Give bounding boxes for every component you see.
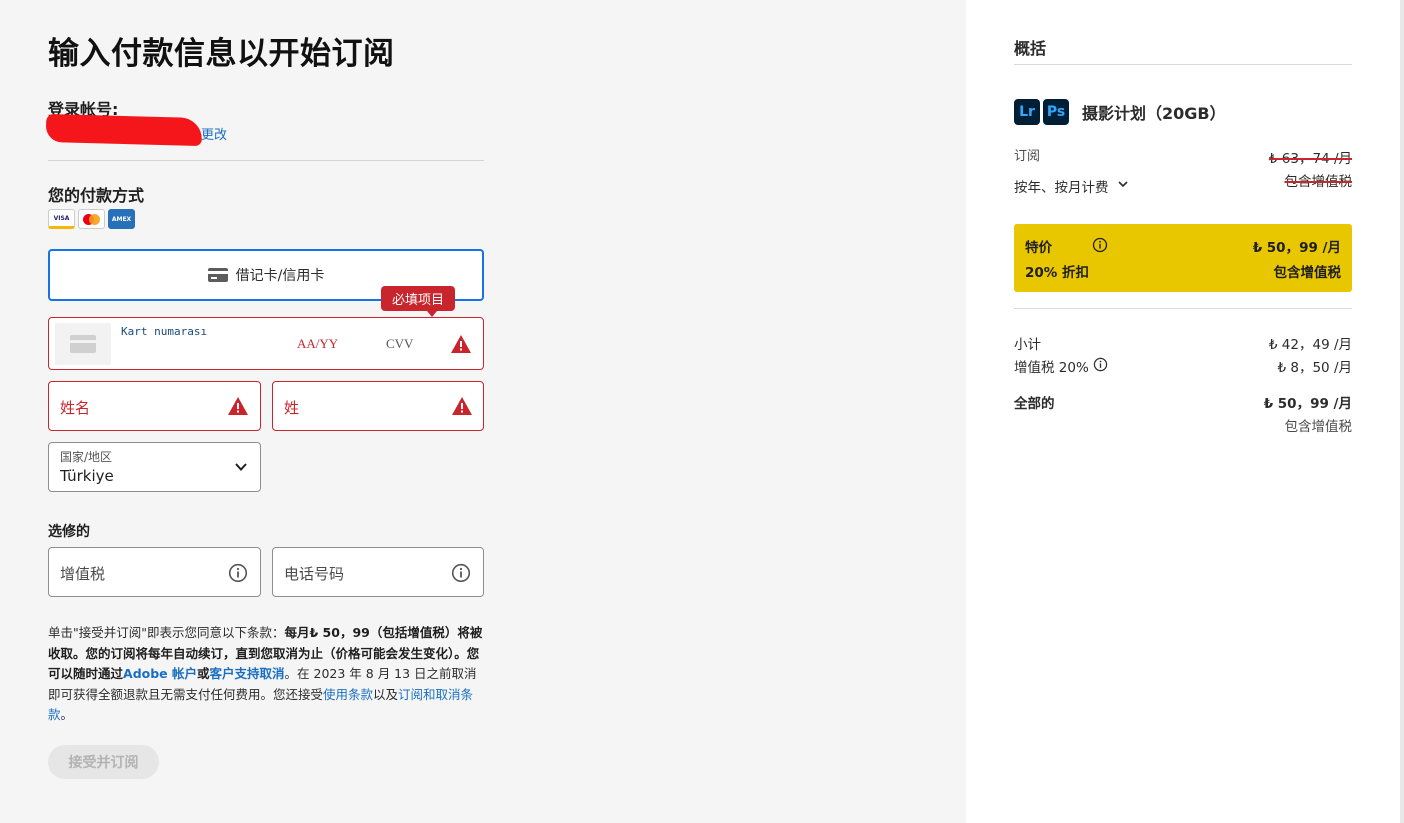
promo-price: ₺ 50，99 /月 [1252, 240, 1341, 256]
card-number-placeholder[interactable]: Kart numarası [121, 325, 207, 338]
country-label: 国家/地区 [60, 450, 113, 464]
vat-summary-label: 增值税 20% [1014, 360, 1089, 376]
product-row: Lr Ps 摄影计划（20GB） [1014, 99, 1226, 125]
country-select[interactable]: 国家/地区 Türkiye [48, 442, 261, 492]
product-name: 摄影计划（20GB） [1082, 104, 1226, 123]
info-icon[interactable] [451, 563, 471, 587]
last-name-field[interactable]: 姓 [272, 381, 484, 431]
original-price: ₺ 63，74 /月 [1268, 151, 1352, 167]
info-icon[interactable] [1092, 237, 1108, 257]
required-field-tooltip: 必填项目 [381, 286, 456, 317]
total-value: ₺ 50，99 /月 [1263, 396, 1352, 412]
cvv-placeholder[interactable]: CVV [386, 336, 413, 352]
promo-label: 特价 [1025, 240, 1052, 256]
photoshop-icon: Ps [1043, 99, 1069, 125]
divider [1014, 64, 1352, 65]
promo-banner: 特价 ₺ 50，99 /月 20% 折扣 包含增值税 [1014, 224, 1352, 292]
total-vat-note: 包含增值税 [1284, 419, 1353, 435]
warning-icon [228, 397, 248, 415]
promo-discount: 20% 折扣 [1025, 265, 1090, 281]
lightroom-icon: Lr [1014, 99, 1040, 125]
accept-subscribe-button[interactable]: 接受并订阅 [48, 745, 159, 779]
terms-text: 单击"接受并订阅"即表示您同意以下条款：每月₺ 50，99（包括增值税）将被收取… [48, 623, 486, 726]
payment-method-label: 您的付款方式 [48, 186, 145, 205]
card-number-field[interactable]: Kart numarası AA/YY CVV [48, 317, 484, 370]
summary-title: 概括 [1014, 39, 1047, 58]
expiry-placeholder[interactable]: AA/YY [297, 336, 338, 352]
payment-form-panel: 输入付款信息以开始订阅 登录帐号: 更改 您的付款方式 VISA AMEX 借记… [0, 0, 966, 823]
mastercard-icon [78, 209, 105, 229]
customer-support-link[interactable]: 客户支持取消 [210, 666, 285, 681]
page-title: 输入付款信息以开始订阅 [48, 36, 395, 72]
phone-label: 电话号码 [284, 565, 345, 583]
amex-icon: AMEX [108, 209, 135, 229]
info-icon[interactable] [228, 563, 248, 587]
redacted-email [45, 113, 203, 147]
warning-icon [451, 335, 471, 353]
credit-card-option-label: 借记卡/信用卡 [235, 268, 325, 284]
terms-of-use-link[interactable]: 使用条款 [323, 687, 373, 702]
terms-or: 或 [197, 666, 210, 681]
divider [1014, 308, 1352, 309]
credit-card-icon [207, 268, 228, 282]
terms-intro: 单击"接受并订阅"即表示您同意以下条款： [48, 625, 285, 640]
divider [48, 160, 484, 161]
last-name-label: 姓 [284, 399, 300, 417]
card-placeholder-icon [55, 323, 111, 365]
phone-field[interactable]: 电话号码 [272, 547, 484, 597]
subtotal-label: 小计 [1014, 337, 1041, 353]
vat-row: 增值税 20% [1014, 356, 1108, 376]
vat-summary-value: ₺ 8，50 /月 [1277, 360, 1353, 376]
total-label: 全部的 [1014, 396, 1055, 412]
card-brand-icons: VISA AMEX [48, 209, 135, 229]
terms-end: 。 [60, 707, 74, 722]
change-account-link[interactable]: 更改 [201, 124, 227, 143]
chevron-down-icon [234, 459, 248, 478]
country-value: Türkiye [60, 467, 114, 485]
chevron-down-icon [1117, 178, 1129, 194]
promo-vat-note: 包含增值税 [1273, 265, 1342, 281]
first-name-label: 姓名 [60, 399, 91, 417]
subscription-label: 订阅 [1014, 149, 1041, 164]
first-name-field[interactable]: 姓名 [48, 381, 261, 431]
visa-icon: VISA [48, 209, 75, 229]
subtotal-value: ₺ 42，49 /月 [1268, 337, 1352, 353]
vat-label: 增值税 [60, 565, 106, 583]
adobe-account-link[interactable]: Adobe 帐户 [123, 666, 197, 681]
summary-panel: 概括 Lr Ps 摄影计划（20GB） 订阅 ₺ 63，74 /月 按年、按月计… [966, 0, 1404, 823]
scrollbar-track[interactable] [1400, 0, 1404, 823]
vat-field[interactable]: 增值税 [48, 547, 261, 597]
optional-section-label: 选修的 [48, 524, 90, 540]
info-icon[interactable] [1093, 357, 1108, 376]
original-vat-note: 包含增值税 [1284, 174, 1353, 190]
billing-option-label: 按年、按月计费 [1014, 180, 1109, 196]
terms-and: 以及 [373, 686, 399, 702]
billing-option-select[interactable]: 按年、按月计费 [1014, 176, 1129, 196]
warning-icon [452, 397, 472, 415]
